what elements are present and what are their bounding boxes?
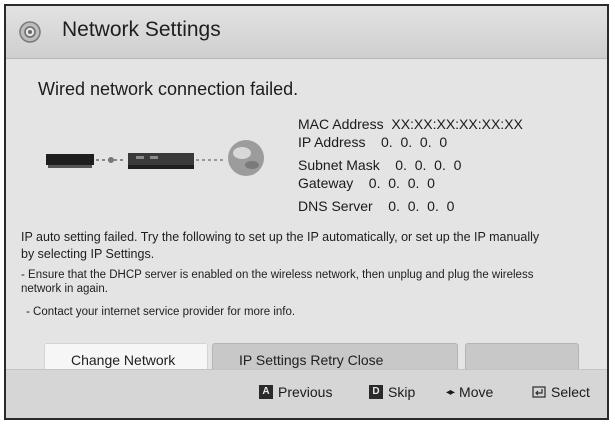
gear-icon: [19, 21, 41, 43]
select-hint[interactable]: Select: [532, 384, 590, 400]
page-title: Network Settings: [62, 18, 221, 41]
previous-label: Previous: [278, 384, 333, 400]
player-device-icon: [46, 154, 94, 168]
dns-server: DNS Server 0. 0. 0. 0: [298, 198, 455, 214]
globe-icon: [228, 140, 264, 176]
title-bar: Network Settings: [6, 6, 607, 59]
subnet-mask: Subnet Mask 0. 0. 0. 0: [298, 157, 462, 173]
tip-dhcp-line-2: network in again.: [21, 283, 108, 295]
failure-message-line-1: IP auto setting failed. Try the followin…: [21, 230, 540, 244]
select-label: Select: [551, 384, 590, 400]
router-icon: [128, 153, 194, 169]
connection-diagram: [46, 140, 264, 176]
tip-dhcp-line-1: - Ensure that the DHCP server is enabled…: [21, 269, 534, 281]
failed-link-icon: [96, 157, 126, 163]
mac-address: MAC Address XX:XX:XX:XX:XX:XX: [298, 116, 523, 132]
previous-hint[interactable]: A Previous: [259, 384, 332, 400]
skip-hint[interactable]: D Skip: [369, 384, 415, 400]
skip-label: Skip: [388, 384, 416, 400]
enter-key-icon: [532, 386, 546, 398]
content-panel: Wired network connection failed. MAC Add…: [6, 59, 607, 370]
ip-address: IP Address 0. 0. 0. 0: [298, 133, 448, 150]
move-arrows-icon: ◂▸: [446, 386, 455, 398]
move-hint: ◂▸ Move: [446, 384, 493, 400]
a-key-icon: A: [259, 385, 273, 399]
failure-message-line-2: by selecting IP Settings.: [21, 247, 155, 261]
move-label: Move: [459, 384, 494, 400]
network-settings-dialog: Network Settings Wired network connectio…: [4, 4, 609, 420]
status-headline: Wired network connection failed.: [38, 79, 299, 99]
footer-hints: A Previous D Skip ◂▸ Move Select: [6, 369, 607, 418]
tip-contact-isp: - Contact your internet service provider…: [26, 306, 296, 318]
network-info: MAC Address XX:XX:XX:XX:XX:XX IP Address…: [298, 116, 523, 216]
gateway: Gateway 0. 0. 0. 0: [298, 174, 435, 191]
d-key-icon: D: [369, 385, 383, 399]
